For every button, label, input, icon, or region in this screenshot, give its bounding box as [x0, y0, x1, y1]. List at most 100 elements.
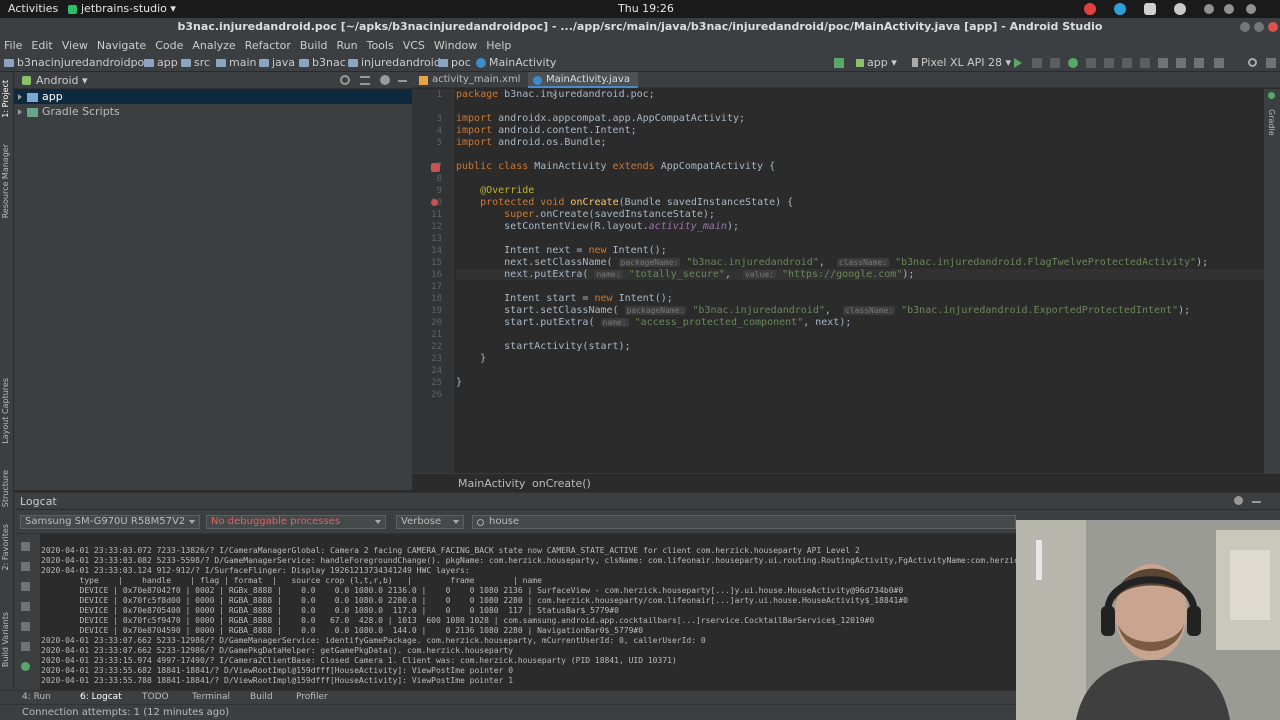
breadcrumb-app[interactable]: app — [144, 56, 178, 69]
menu-code[interactable]: Code — [155, 39, 183, 52]
log-line[interactable]: 2020-04-01 23:33:07.662 5233-12986/? D/G… — [41, 646, 513, 655]
menu-edit[interactable]: Edit — [31, 39, 52, 52]
breadcrumb-injuredandroid[interactable]: injuredandroid — [348, 56, 441, 69]
code-line[interactable]: Intent next = new Intent(); — [456, 245, 667, 256]
build-variants-tab[interactable]: Build Variants — [1, 612, 10, 667]
tab-run[interactable]: 4: Run — [22, 692, 51, 702]
log-level-dropdown[interactable]: Verbose — [396, 515, 464, 529]
code-line[interactable]: next.setClassName( packageName: "b3nac.i… — [456, 257, 1208, 268]
up-arrow-icon[interactable] — [21, 582, 30, 591]
log-line[interactable]: 2020-04-01 23:33:03.082 5233-5598/? D/Ga… — [41, 556, 1048, 565]
tab-logcat[interactable]: 6: Logcat — [80, 692, 122, 702]
power-icon[interactable] — [1246, 4, 1256, 14]
menu-help[interactable]: Help — [486, 39, 511, 52]
hammer-icon[interactable] — [834, 58, 844, 68]
event-log-icon[interactable] — [1266, 58, 1276, 68]
menu-vcs[interactable]: VCS — [403, 39, 425, 52]
log-line[interactable]: 2020-04-01 23:33:55.682 18841-18841/? D/… — [41, 666, 513, 675]
breadcrumb-src[interactable]: src — [181, 56, 210, 69]
clock[interactable]: Thu 19:26 — [618, 2, 674, 15]
clear-log-icon[interactable] — [21, 542, 30, 551]
log-line[interactable]: 2020-04-01 23:33:15.974 4997-17490/? I/C… — [41, 656, 677, 665]
class-run-icon[interactable] — [431, 163, 440, 172]
activities-button[interactable]: Activities — [8, 2, 58, 15]
resource-manager-tab[interactable]: Resource Manager — [1, 144, 10, 218]
gear-icon[interactable] — [380, 75, 390, 85]
breadcrumb-poc[interactable]: poc — [438, 56, 471, 69]
code-line[interactable]: import android.os.Bundle; — [456, 137, 607, 148]
steam-icon[interactable] — [1174, 3, 1186, 15]
menu-navigate[interactable]: Navigate — [97, 39, 146, 52]
code-breadcrumb-method[interactable]: onCreate() — [532, 477, 591, 490]
down-arrow-icon[interactable] — [21, 602, 30, 611]
record-icon[interactable] — [1084, 3, 1096, 15]
log-line[interactable]: 2020-04-01 23:33:07.662 5233-12986/? D/G… — [41, 636, 706, 645]
maximize-icon[interactable] — [1254, 22, 1264, 32]
code-line[interactable]: import androidx.appcompat.app.AppCompatA… — [456, 113, 745, 124]
code-line[interactable]: start.setClassName( packageName: "b3nac.… — [456, 305, 1190, 316]
menu-file[interactable]: File — [4, 39, 22, 52]
breadcrumb-main[interactable]: main — [216, 56, 256, 69]
log-line[interactable]: DEVICE | 0x70fc5f9470 | 0000 | RGBA_8888… — [41, 616, 875, 625]
log-filter-input[interactable]: house — [472, 515, 1016, 529]
tab-build[interactable]: Build — [250, 692, 273, 702]
hide-panel-icon[interactable] — [1252, 501, 1261, 503]
structure-tab[interactable]: Structure — [1, 470, 10, 507]
attach-debugger-icon[interactable] — [1104, 58, 1114, 68]
gear-icon[interactable] — [1234, 496, 1243, 505]
sync-icon[interactable] — [1140, 58, 1150, 68]
menu-analyze[interactable]: Analyze — [192, 39, 235, 52]
code-line[interactable]: public class MainActivity extends AppCom… — [456, 161, 775, 172]
code-line[interactable]: } — [456, 353, 486, 364]
tab-mainactivity-java[interactable]: MainActivity.java × — [528, 72, 638, 101]
code-line[interactable]: protected void onCreate(Bundle savedInst… — [456, 197, 793, 208]
device-file-icon[interactable] — [1194, 58, 1204, 68]
log-line[interactable]: 2020-04-01 23:33:03.072 7233-13826/? I/C… — [41, 546, 860, 555]
run-icon[interactable] — [1014, 58, 1022, 68]
menu-tools[interactable]: Tools — [367, 39, 394, 52]
search-icon[interactable] — [1248, 58, 1257, 67]
collapse-icon[interactable] — [360, 76, 370, 85]
locate-icon[interactable] — [340, 75, 350, 85]
tab-terminal[interactable]: Terminal — [192, 692, 230, 702]
scroll-end-icon[interactable] — [21, 562, 30, 571]
code-line[interactable]: @Override — [456, 185, 534, 196]
log-line[interactable]: 2020-04-01 23:33:55.788 18841-18841/? D/… — [41, 676, 513, 685]
code-line[interactable]: package b3nac.injuredandroid.poc; — [456, 89, 655, 100]
project-tool-tab[interactable]: 1: Project — [1, 80, 10, 118]
device-select[interactable]: Pixel XL API 28 ▾ — [912, 56, 1011, 69]
layout-captures-tab[interactable]: Layout Captures — [1, 378, 10, 444]
menu-refactor[interactable]: Refactor — [245, 39, 291, 52]
breadcrumb-project[interactable]: b3nacinjuredandroidpoc — [4, 56, 150, 69]
device-dropdown[interactable]: Samsung SM-G970U R58M57V2 — [20, 515, 200, 529]
code-line[interactable]: super.onCreate(savedInstanceState); — [456, 209, 715, 220]
expand-icon[interactable] — [18, 109, 22, 115]
expand-icon[interactable] — [18, 94, 22, 100]
log-line[interactable]: DEVICE | 0x70e8705400 | 0000 | RGBA_8888… — [41, 606, 619, 615]
breadcrumb-b3nac[interactable]: b3nac — [299, 56, 346, 69]
tree-item-gradle-scripts[interactable]: Gradle Scripts — [14, 104, 412, 119]
menu-window[interactable]: Window — [434, 39, 477, 52]
tab-todo[interactable]: TODO — [142, 692, 169, 702]
breadcrumb-java[interactable]: java — [259, 56, 295, 69]
log-line[interactable]: type | handle | flag | format | source c… — [41, 576, 542, 585]
run-config-select[interactable]: app ▾ — [856, 56, 897, 69]
tab-activity-main-xml[interactable]: activity_main.xml × — [414, 72, 524, 101]
close-icon[interactable] — [1268, 22, 1278, 32]
log-line[interactable]: 2020-04-01 23:33:03.124 912-912/? I/Surf… — [41, 566, 470, 575]
debug-icon[interactable] — [1068, 58, 1078, 68]
process-dropdown[interactable]: No debuggable processes — [206, 515, 386, 529]
project-view-select[interactable]: Android ▾ — [36, 74, 88, 87]
code-line[interactable]: Intent start = new Intent(); — [456, 293, 673, 304]
code-line[interactable]: import android.content.Intent; — [456, 125, 637, 136]
menu-build[interactable]: Build — [300, 39, 328, 52]
app-menu[interactable]: jetbrains-studio ▾ — [68, 2, 176, 15]
code-line[interactable]: startActivity(start); — [456, 341, 630, 352]
log-line[interactable]: DEVICE | 0x70e87042f0 | 0002 | RGBx_8888… — [41, 586, 904, 595]
avd-manager-icon[interactable] — [1158, 58, 1168, 68]
telegram-icon[interactable] — [1114, 3, 1126, 15]
log-line[interactable]: DEVICE | 0x70e8704590 | 0000 | RGBA_8888… — [41, 626, 644, 635]
code-line[interactable]: } — [456, 377, 462, 388]
override-icon[interactable] — [431, 199, 438, 206]
volume-icon[interactable] — [1224, 4, 1234, 14]
